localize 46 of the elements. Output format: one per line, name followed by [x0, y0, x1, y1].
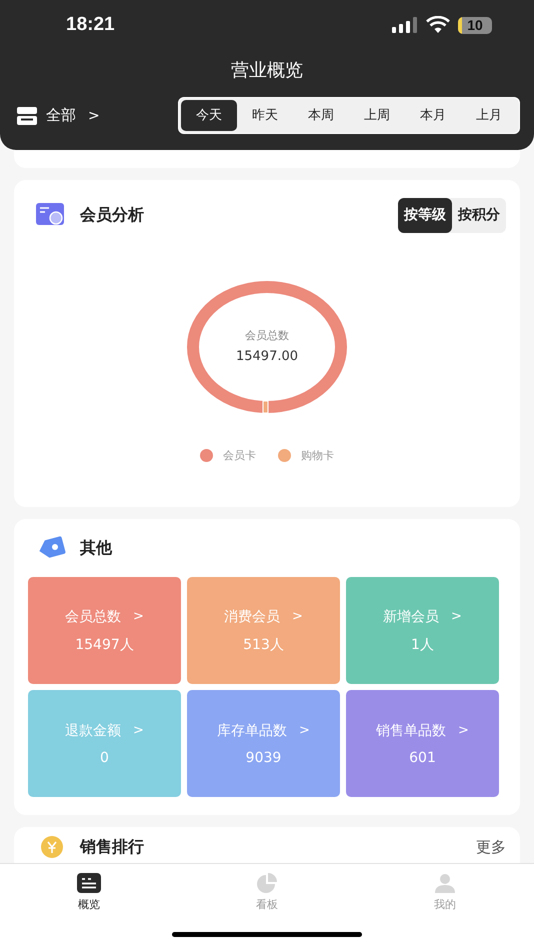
battery-level: 10 — [467, 17, 483, 33]
tile-value: 0 — [100, 750, 109, 766]
status-time: 18:21 — [66, 14, 115, 36]
signal-icon — [392, 17, 418, 33]
period-tab[interactable]: 今天 — [181, 100, 237, 131]
tile-label: 库存单品数 — [217, 722, 288, 740]
tile-value: 601 — [409, 750, 436, 766]
group-toggle[interactable]: 按积分 — [452, 198, 506, 232]
wifi-icon — [426, 16, 450, 34]
period-tab[interactable]: 本月 — [405, 100, 461, 131]
tile-value: 1人 — [411, 636, 434, 654]
total-label: 会员总数 — [245, 328, 289, 343]
pie-chart-icon — [255, 873, 279, 893]
store-icon — [16, 106, 38, 124]
card-title: 销售排行 — [80, 836, 145, 858]
tile-caret: > — [451, 609, 462, 624]
period-tab[interactable]: 上周 — [349, 100, 405, 131]
tile-caret: > — [458, 723, 469, 738]
card-title: 其他 — [80, 538, 114, 558]
tile-label: 消费会员 — [224, 608, 280, 626]
tile-label: 会员总数 — [65, 608, 122, 626]
nav-tab[interactable]: 概览 — [0, 864, 178, 912]
card-title: 会员分析 — [80, 204, 145, 226]
card-search-icon — [36, 203, 66, 227]
list-icon — [77, 873, 101, 893]
tile-value: 15497人 — [75, 636, 134, 654]
tile-value: 513人 — [243, 636, 284, 654]
tile-caret: > — [133, 723, 144, 738]
group-toggle[interactable]: 按等级 — [398, 198, 452, 232]
person-icon — [433, 873, 457, 893]
tile-caret: > — [292, 609, 303, 624]
period-tab[interactable]: 昨天 — [237, 100, 293, 131]
tile-label: 销售单品数 — [376, 722, 446, 740]
tile-label: 新增会员 — [383, 608, 440, 626]
period-tab[interactable]: 上月 — [461, 100, 517, 131]
legend-label: 购物卡 — [301, 448, 334, 463]
tile-caret: > — [299, 723, 310, 738]
more-link[interactable]: 更多 — [476, 838, 506, 856]
tile-label: 退款金额 — [65, 722, 122, 740]
period-tab[interactable]: 本周 — [293, 100, 349, 131]
tile-caret: > — [133, 609, 144, 624]
legend-label: 会员卡 — [223, 448, 256, 463]
store-selector[interactable]: 全部 > — [16, 106, 100, 125]
tile-value: 9039 — [246, 750, 282, 766]
total-value: 15497.00 — [236, 349, 298, 364]
page-title: 营业概览 — [230, 59, 304, 82]
